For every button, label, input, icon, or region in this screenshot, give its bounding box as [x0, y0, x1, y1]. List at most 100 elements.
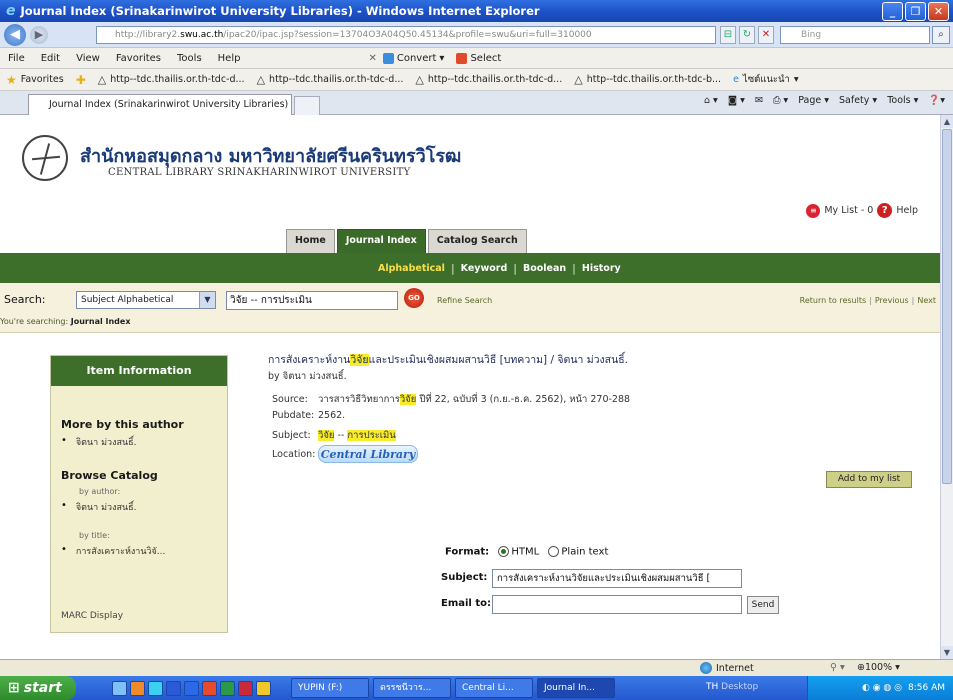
next-link[interactable]: Next: [917, 296, 936, 305]
author-link-item[interactable]: • จิตนา ม่วงสนธิ์.: [61, 435, 136, 449]
previous-link[interactable]: Previous: [875, 296, 909, 305]
browse-author-link[interactable]: จิตนา ม่วงสนธิ์.: [76, 500, 137, 514]
stop-icon[interactable]: ✕: [758, 26, 774, 44]
my-list-icon[interactable]: ≡: [806, 203, 821, 218]
scroll-down-icon[interactable]: ▼: [941, 646, 953, 659]
mail-icon[interactable]: ✉: [755, 95, 763, 106]
result-nav-links: Return to results | Previous | Next: [800, 296, 936, 305]
subject-link-b[interactable]: การประเมิน: [347, 430, 396, 441]
format-html-radio[interactable]: [498, 546, 510, 557]
quick-launch-app-icon[interactable]: [148, 680, 163, 696]
central-library-badge[interactable]: Central Library: [318, 445, 418, 463]
my-list-link[interactable]: My List - 0: [824, 205, 873, 216]
zoom-control[interactable]: ⊕100% ▾: [857, 662, 900, 673]
nav-alphabetical[interactable]: Alphabetical: [372, 263, 451, 274]
help-icon[interactable]: ?: [877, 203, 893, 218]
help-menu-icon[interactable]: ❓▾: [928, 95, 945, 106]
go-button[interactable]: GO: [404, 288, 424, 308]
minimize-button[interactable]: _: [882, 2, 903, 21]
home-icon[interactable]: ⌂ ▾: [704, 95, 718, 106]
task-journal-index[interactable]: Journal In...: [537, 678, 615, 698]
author-link[interactable]: จิตนา ม่วงสนธิ์.: [76, 435, 137, 449]
forward-button[interactable]: ▶: [30, 25, 48, 44]
maximize-button[interactable]: ❐: [905, 2, 926, 21]
search-type-nav: Alphabetical | Keyword | Boolean | Histo…: [0, 253, 940, 283]
new-tab-button[interactable]: [294, 96, 320, 115]
select-icon: [456, 52, 468, 64]
search-type-select[interactable]: Subject Alphabetical ▼: [76, 291, 216, 309]
task-thai-index[interactable]: ดรรชนีวาร...: [373, 678, 451, 698]
web-search-input[interactable]: Bing: [780, 26, 930, 44]
quick-launch-outlook-icon[interactable]: [166, 680, 181, 696]
favorites-button[interactable]: ★ Favorites: [0, 73, 70, 87]
vertical-scrollbar[interactable]: ▲ ▼: [940, 115, 953, 659]
quick-launch-excel-icon[interactable]: [220, 680, 235, 696]
quick-launch-firefox-icon[interactable]: [130, 680, 145, 696]
format-label: Format:: [445, 546, 490, 558]
email-to-input[interactable]: [492, 595, 742, 614]
start-button[interactable]: ⊞ start: [0, 676, 76, 700]
menu-view[interactable]: View: [68, 53, 108, 64]
scroll-up-icon[interactable]: ▲: [941, 115, 953, 128]
feeds-icon[interactable]: ◙ ▾: [728, 95, 745, 106]
email-subject-input[interactable]: การสังเคราะห์งานวิจัยและประเมินเชิงผสมผส…: [492, 569, 742, 588]
tab-journal-index-main[interactable]: Journal Index: [336, 229, 426, 253]
quick-launch-ppt-icon[interactable]: [202, 680, 217, 696]
tab-catalog-search[interactable]: Catalog Search: [427, 229, 527, 253]
task-central-library[interactable]: Central Li...: [455, 678, 533, 698]
back-button[interactable]: ◀: [4, 23, 26, 46]
tab-journal-index[interactable]: Journal Index (Srinakarinwirot Universit…: [28, 94, 292, 115]
url-field[interactable]: http://library2. swu.ac.th/ipac20/ipac.js…: [96, 26, 716, 44]
browse-title-link[interactable]: การสังเคราะห์งานวิจั...: [76, 544, 166, 558]
print-icon[interactable]: ⎙ ▾: [773, 95, 788, 106]
close-button[interactable]: ✕: [928, 2, 949, 21]
task-yupin-drive[interactable]: YUPIN (F:): [291, 678, 369, 698]
refresh-icon[interactable]: ↻: [739, 26, 755, 44]
language-indicator[interactable]: TH Desktop: [706, 682, 758, 692]
return-to-results-link[interactable]: Return to results: [800, 296, 866, 305]
convert-button[interactable]: Convert ▾: [377, 52, 451, 64]
quick-launch-ie-icon[interactable]: [112, 680, 127, 696]
format-plain-radio[interactable]: [548, 546, 560, 557]
protected-mode-icon[interactable]: ⚲ ▾: [830, 662, 845, 673]
add-to-my-list-button[interactable]: Add to my list: [826, 471, 912, 488]
item-title[interactable]: การสังเคราะห์งานวิจัยและประเมินเชิงผสมผส…: [268, 351, 628, 368]
menu-tools[interactable]: Tools: [169, 53, 210, 64]
nav-boolean[interactable]: Boolean: [517, 263, 572, 274]
favorite-link-5[interactable]: e ไซต์แนะนำ ▾: [727, 72, 805, 87]
quick-launch-app2-icon[interactable]: [256, 680, 271, 696]
scroll-thumb[interactable]: [942, 129, 952, 484]
location-label: Location:: [272, 448, 316, 460]
toolbar-close-icon[interactable]: ✕: [368, 53, 376, 64]
compatibility-view-icon[interactable]: ⊟: [720, 26, 736, 44]
menu-help[interactable]: Help: [210, 53, 249, 64]
page-menu[interactable]: Page ▾: [798, 95, 829, 106]
marc-display-link[interactable]: MARC Display: [61, 611, 123, 621]
browse-title-item[interactable]: • การสังเคราะห์งานวิจั...: [61, 544, 165, 558]
web-search-button[interactable]: ⌕: [932, 26, 950, 44]
nav-history[interactable]: History: [576, 263, 627, 274]
select-button[interactable]: Select: [450, 52, 507, 64]
tray-icons[interactable]: ◐ ◉ ◍ ◎: [862, 683, 902, 693]
menu-file[interactable]: File: [0, 53, 33, 64]
add-favorites-icon[interactable]: ✚: [70, 73, 92, 87]
favorite-link-1[interactable]: △ http--tdc.thailis.or.th-tdc-d...: [92, 73, 251, 86]
favorite-link-2[interactable]: △ http--tdc.thailis.or.th-tdc-d...: [251, 73, 410, 86]
nav-keyword[interactable]: Keyword: [455, 263, 514, 274]
quick-launch-access-icon[interactable]: [238, 680, 253, 696]
tab-home[interactable]: Home: [286, 229, 335, 253]
menu-favorites[interactable]: Favorites: [108, 53, 169, 64]
help-link[interactable]: Help: [896, 205, 918, 216]
subject-link-a[interactable]: วิจัย: [318, 430, 335, 441]
browse-author-item[interactable]: • จิตนา ม่วงสนธิ์.: [61, 500, 136, 514]
quick-launch-word-icon[interactable]: [184, 680, 199, 696]
refine-search-link[interactable]: Refine Search: [437, 296, 492, 305]
search-query-input[interactable]: วิจัย -- การประเมิน: [226, 291, 398, 310]
favorite-link-3[interactable]: △ http--tdc.thailis.or.th-tdc-d...: [409, 73, 568, 86]
menu-edit[interactable]: Edit: [33, 53, 68, 64]
tools-menu[interactable]: Tools ▾: [887, 95, 918, 106]
browse-catalog-heading: Browse Catalog: [61, 469, 158, 482]
send-button[interactable]: Send: [747, 596, 779, 614]
safety-menu[interactable]: Safety ▾: [839, 95, 877, 106]
favorite-link-4[interactable]: △ http--tdc.thailis.or.th-tdc-b...: [568, 73, 727, 86]
